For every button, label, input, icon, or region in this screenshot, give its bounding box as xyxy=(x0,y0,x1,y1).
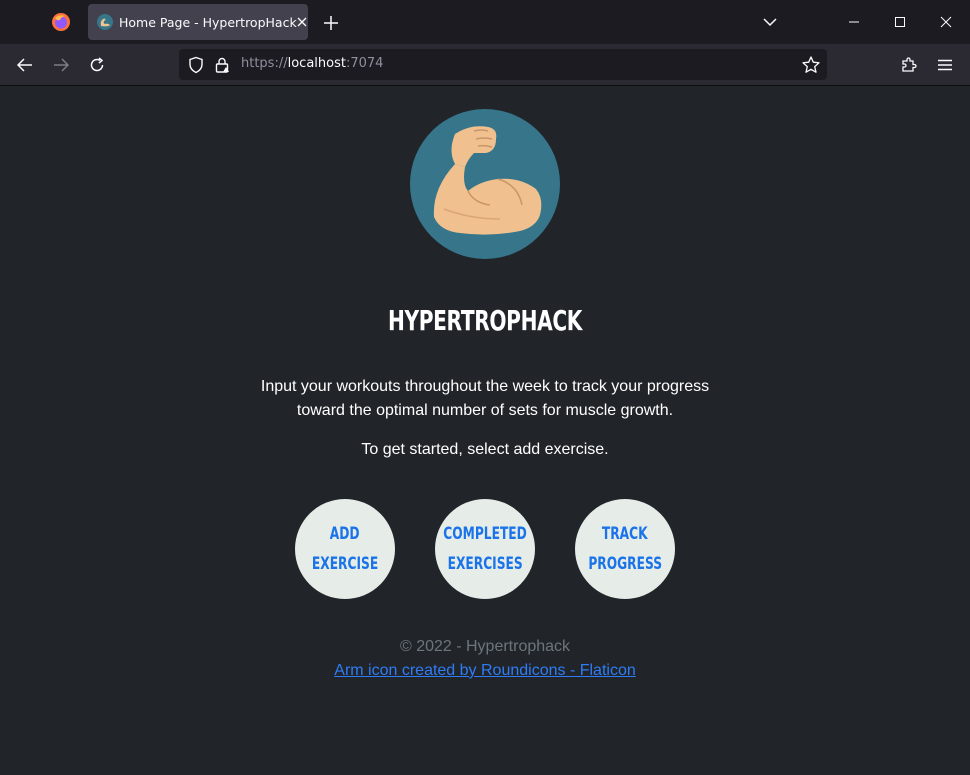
page-title: HYPERTROPHACK xyxy=(387,304,583,337)
hamburger-menu-icon[interactable] xyxy=(932,52,958,78)
navigation-toolbar: https://localhost:7074 xyxy=(0,44,970,86)
footer-copyright: © 2022 - Hypertrophack xyxy=(399,638,571,655)
completed-exercises-label-line2: EXERCISES xyxy=(447,554,523,574)
tab-title: Home Page - HypertropHack xyxy=(119,14,297,30)
page-content: HYPERTROPHACK Input your workouts throug… xyxy=(0,86,970,775)
completed-exercises-button[interactable]: COMPLETED EXERCISES xyxy=(435,499,535,599)
intro-text: Input your workouts throughout the week … xyxy=(260,378,710,419)
add-exercise-label-line2: EXERCISE xyxy=(311,554,379,574)
url-bar[interactable]: https://localhost:7074 xyxy=(179,49,827,80)
plus-icon[interactable] xyxy=(320,12,342,34)
instruction-text: To get started, select add exercise. xyxy=(361,441,609,458)
arm-favicon xyxy=(97,14,113,30)
puzzle-icon[interactable] xyxy=(896,52,922,78)
track-progress-label-line2: PROGRESS xyxy=(588,554,662,574)
browser-window: Home Page - HypertropHack https://localh… xyxy=(0,0,970,775)
url-host: localhost xyxy=(287,56,346,71)
tab-strip: Home Page - HypertropHack xyxy=(0,0,970,44)
lock-icon[interactable] xyxy=(213,56,231,74)
flexed-arm-icon xyxy=(410,109,560,259)
close-icon[interactable] xyxy=(297,12,307,32)
add-exercise-button[interactable]: ADD EXERCISE xyxy=(295,499,395,599)
url-scheme: https:// xyxy=(241,56,288,71)
reload-icon[interactable] xyxy=(84,52,110,78)
completed-exercises-label-line1: COMPLETED xyxy=(443,524,527,544)
close-window-icon[interactable] xyxy=(923,0,969,44)
url-port: :7074 xyxy=(345,56,384,71)
icon-credit-link[interactable]: Arm icon created by Roundicons - Flatico… xyxy=(334,662,635,679)
maximize-icon[interactable] xyxy=(877,0,923,44)
add-exercise-label-line1: ADD xyxy=(330,524,360,544)
shield-icon[interactable] xyxy=(187,56,205,74)
back-arrow-icon[interactable] xyxy=(12,52,38,78)
forward-arrow-icon[interactable] xyxy=(48,52,74,78)
tab-home-page[interactable]: Home Page - HypertropHack xyxy=(88,4,308,40)
chevron-down-icon[interactable] xyxy=(759,11,781,33)
url-text[interactable]: https://localhost:7074 xyxy=(241,56,383,71)
footer-credit: Arm icon created by Roundicons - Flatico… xyxy=(0,662,970,680)
track-progress-button[interactable]: TRACK PROGRESS xyxy=(575,499,675,599)
minimize-icon[interactable] xyxy=(831,0,877,44)
star-icon[interactable] xyxy=(801,55,821,75)
track-progress-label-line1: TRACK xyxy=(602,524,648,544)
firefox-icon[interactable] xyxy=(50,11,72,33)
